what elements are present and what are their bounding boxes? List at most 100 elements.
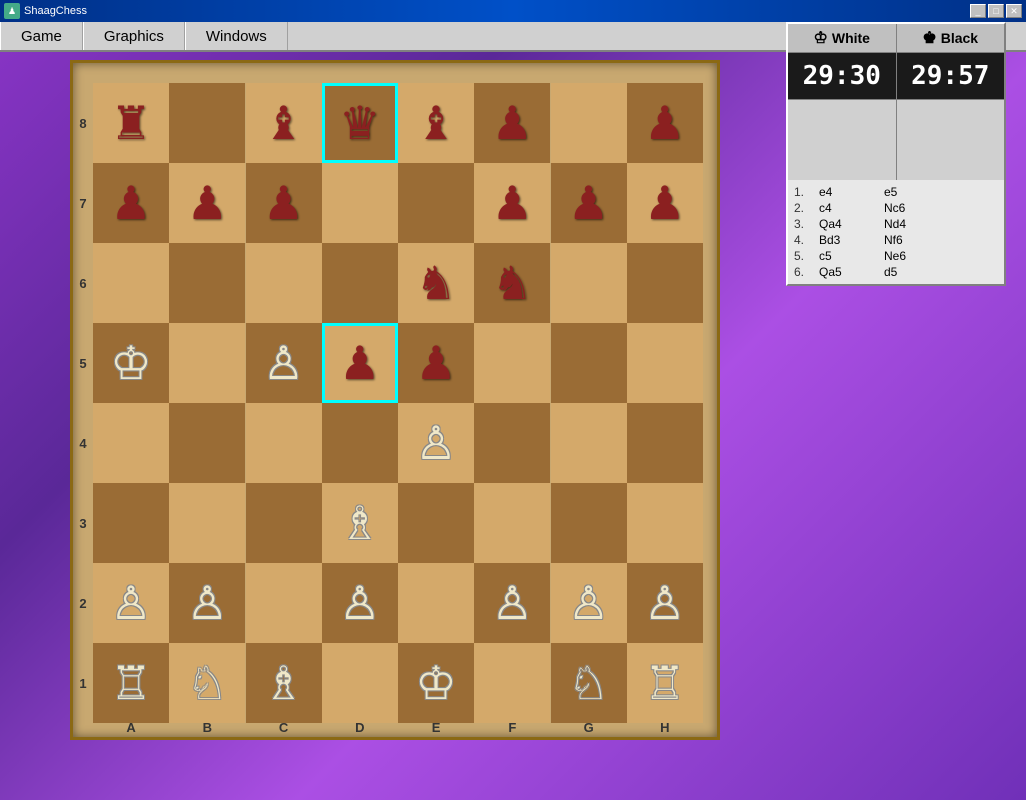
- cell-3-1[interactable]: [169, 323, 245, 403]
- cell-3-4[interactable]: ♟: [398, 323, 474, 403]
- cell-5-6[interactable]: [551, 483, 627, 563]
- piece-7-6: ♘: [568, 660, 609, 706]
- cell-0-2[interactable]: ♝: [246, 83, 322, 163]
- cell-1-4[interactable]: [398, 163, 474, 243]
- menu-windows[interactable]: Windows: [185, 22, 288, 50]
- piece-6-1: ♙: [187, 580, 228, 626]
- col-labels: A B C D E F G H: [93, 717, 703, 737]
- piece-0-7: ♟: [644, 100, 685, 146]
- cell-5-5[interactable]: [474, 483, 550, 563]
- cell-3-0[interactable]: ♔: [93, 323, 169, 403]
- move-black-5: Ne6: [884, 249, 949, 263]
- col-label-g: G: [551, 717, 627, 737]
- cell-7-0[interactable]: ♖: [93, 643, 169, 723]
- cell-7-5[interactable]: [474, 643, 550, 723]
- close-button[interactable]: ✕: [1006, 4, 1022, 18]
- cell-6-4[interactable]: [398, 563, 474, 643]
- cell-6-5[interactable]: ♙: [474, 563, 550, 643]
- cell-0-5[interactable]: ♟: [474, 83, 550, 163]
- cell-6-7[interactable]: ♙: [627, 563, 703, 643]
- cell-2-1[interactable]: [169, 243, 245, 323]
- cell-0-6[interactable]: [551, 83, 627, 163]
- cell-1-7[interactable]: ♟: [627, 163, 703, 243]
- cell-7-7[interactable]: ♖: [627, 643, 703, 723]
- cell-5-7[interactable]: [627, 483, 703, 563]
- cell-1-0[interactable]: ♟: [93, 163, 169, 243]
- cell-7-2[interactable]: ♗: [246, 643, 322, 723]
- cell-5-1[interactable]: [169, 483, 245, 563]
- piece-6-5: ♙: [492, 580, 533, 626]
- cell-2-7[interactable]: [627, 243, 703, 323]
- cell-4-3[interactable]: [322, 403, 398, 483]
- cell-5-2[interactable]: [246, 483, 322, 563]
- menu-graphics[interactable]: Graphics: [83, 22, 185, 50]
- title-bar: ♟ ShaagChess _ □ ✕: [0, 0, 1026, 22]
- cell-4-4[interactable]: ♙: [398, 403, 474, 483]
- minimize-button[interactable]: _: [970, 4, 986, 18]
- cell-1-2[interactable]: ♟: [246, 163, 322, 243]
- cell-6-6[interactable]: ♙: [551, 563, 627, 643]
- cell-3-7[interactable]: [627, 323, 703, 403]
- cell-1-1[interactable]: ♟: [169, 163, 245, 243]
- cell-2-3[interactable]: [322, 243, 398, 323]
- move-num-6: 6.: [794, 265, 819, 279]
- piece-6-7: ♙: [644, 580, 685, 626]
- cell-6-0[interactable]: ♙: [93, 563, 169, 643]
- white-king-icon: ♔: [814, 28, 828, 48]
- cell-4-6[interactable]: [551, 403, 627, 483]
- cell-3-6[interactable]: [551, 323, 627, 403]
- cell-0-3[interactable]: ♛: [322, 83, 398, 163]
- move-black-1: e5: [884, 185, 949, 199]
- col-label-b: B: [169, 717, 245, 737]
- cell-4-7[interactable]: [627, 403, 703, 483]
- cell-1-3[interactable]: [322, 163, 398, 243]
- cell-5-3[interactable]: ♗: [322, 483, 398, 563]
- row-label-1: 1: [73, 643, 93, 723]
- cell-5-4[interactable]: [398, 483, 474, 563]
- cell-1-5[interactable]: ♟: [474, 163, 550, 243]
- cell-2-4[interactable]: ♞: [398, 243, 474, 323]
- app-icon: ♟: [4, 3, 20, 19]
- cell-2-2[interactable]: [246, 243, 322, 323]
- cell-3-5[interactable]: [474, 323, 550, 403]
- cell-4-1[interactable]: [169, 403, 245, 483]
- row-label-3: 3: [73, 483, 93, 563]
- cell-4-2[interactable]: [246, 403, 322, 483]
- cell-1-6[interactable]: ♟: [551, 163, 627, 243]
- move-white-6: Qa5: [819, 265, 884, 279]
- cell-6-1[interactable]: ♙: [169, 563, 245, 643]
- cell-2-0[interactable]: [93, 243, 169, 323]
- piece-3-2: ♙: [263, 340, 304, 386]
- maximize-button[interactable]: □: [988, 4, 1004, 18]
- move-white-2: c4: [819, 201, 884, 215]
- piece-1-5: ♟: [492, 180, 533, 226]
- cell-7-6[interactable]: ♘: [551, 643, 627, 723]
- move-row-3: 3. Qa4 Nd4: [792, 216, 1000, 232]
- piece-2-4: ♞: [415, 260, 456, 306]
- white-label: White: [832, 30, 870, 46]
- cell-5-0[interactable]: [93, 483, 169, 563]
- cell-2-6[interactable]: [551, 243, 627, 323]
- cell-4-5[interactable]: [474, 403, 550, 483]
- piece-0-0: ♜: [110, 100, 151, 146]
- col-label-f: F: [474, 717, 550, 737]
- cell-3-2[interactable]: ♙: [246, 323, 322, 403]
- cell-0-1[interactable]: [169, 83, 245, 163]
- cell-6-2[interactable]: [246, 563, 322, 643]
- row-label-5: 5: [73, 323, 93, 403]
- cell-0-7[interactable]: ♟: [627, 83, 703, 163]
- move-row-6: 6. Qa5 d5: [792, 264, 1000, 280]
- cell-7-1[interactable]: ♘: [169, 643, 245, 723]
- cell-4-0[interactable]: [93, 403, 169, 483]
- cell-0-0[interactable]: ♜: [93, 83, 169, 163]
- menu-game[interactable]: Game: [0, 22, 83, 50]
- col-label-e: E: [398, 717, 474, 737]
- move-num-3: 3.: [794, 217, 819, 231]
- cell-0-4[interactable]: ♝: [398, 83, 474, 163]
- cell-2-5[interactable]: ♞: [474, 243, 550, 323]
- cell-7-4[interactable]: ♔: [398, 643, 474, 723]
- cell-3-3[interactable]: ♟: [322, 323, 398, 403]
- piece-2-5: ♞: [492, 260, 533, 306]
- cell-6-3[interactable]: ♙: [322, 563, 398, 643]
- cell-7-3[interactable]: [322, 643, 398, 723]
